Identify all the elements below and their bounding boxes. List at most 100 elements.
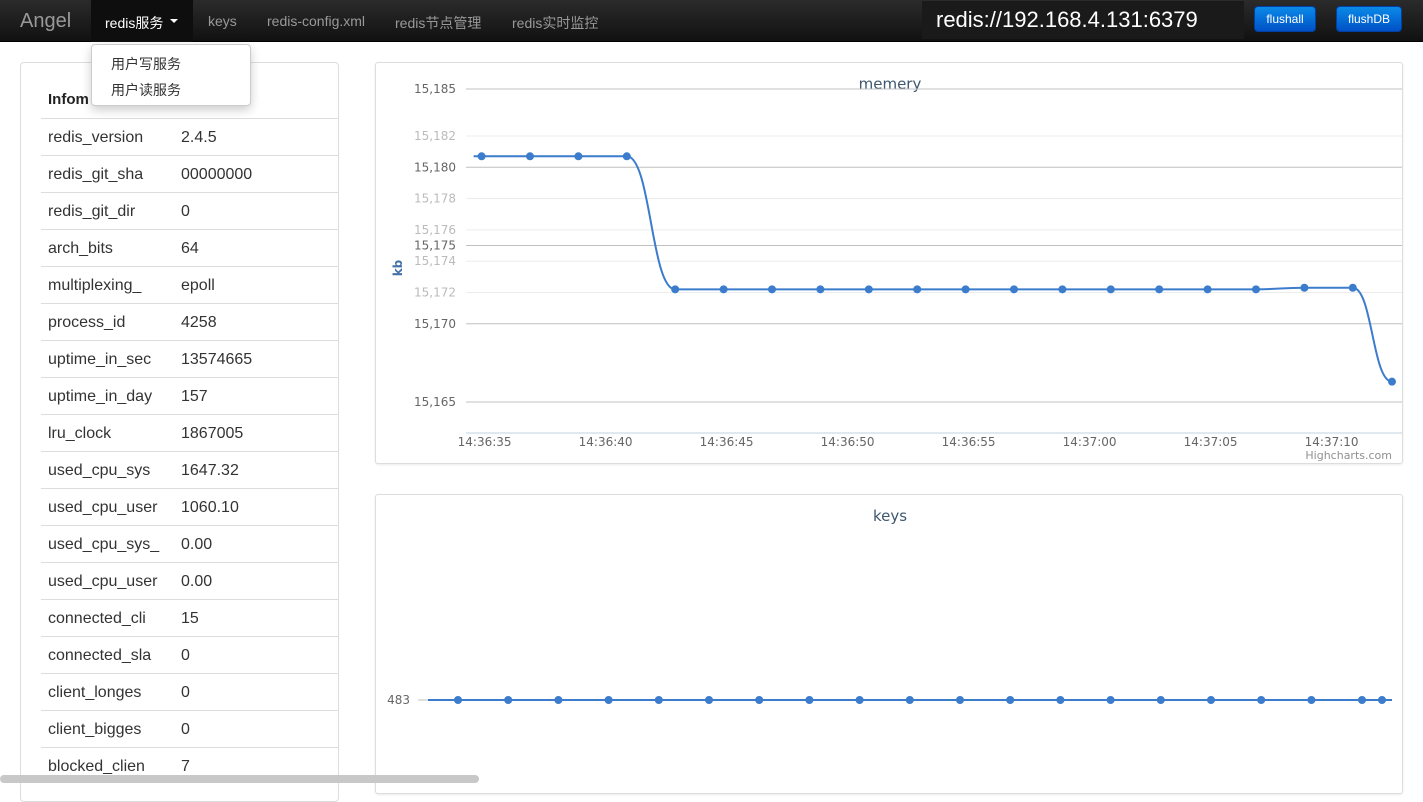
memory-xtick-label: 14:36:40 bbox=[579, 435, 633, 449]
memory-ytick-label: 15,185 bbox=[414, 82, 456, 96]
info-key: used_cpu_sys_ bbox=[48, 536, 160, 553]
keys-data-point[interactable] bbox=[1156, 696, 1165, 704]
horizontal-scrollbar[interactable] bbox=[0, 775, 479, 783]
flushall-button[interactable]: flushall bbox=[1254, 6, 1316, 32]
memory-data-point[interactable] bbox=[961, 285, 970, 294]
info-key: uptime_in_day bbox=[48, 388, 153, 405]
memory-data-point[interactable] bbox=[913, 285, 922, 294]
keys-data-point[interactable] bbox=[755, 696, 764, 704]
info-row: client_longes 0 bbox=[41, 673, 339, 710]
memory-data-point[interactable] bbox=[1300, 283, 1309, 292]
memory-xtick-label: 14:36:35 bbox=[458, 435, 512, 449]
info-row: redis_git_sha 00000000 bbox=[41, 155, 339, 192]
keys-data-point[interactable] bbox=[1378, 696, 1386, 704]
info-row: connected_cli 15 bbox=[41, 599, 339, 636]
keys-data-point[interactable] bbox=[1358, 696, 1366, 704]
info-value: 1867005 bbox=[181, 425, 244, 442]
info-value: 0.00 bbox=[181, 573, 213, 590]
info-row: used_cpu_sys 1647.32 bbox=[41, 451, 339, 488]
info-row: uptime_in_day 157 bbox=[41, 377, 339, 414]
keys-chart: keys 483 bbox=[375, 494, 1403, 794]
info-row: client_bigges 0 bbox=[41, 710, 339, 747]
keys-data-point[interactable] bbox=[855, 696, 864, 704]
brand-logo[interactable]: Angel bbox=[20, 10, 71, 33]
info-key: used_cpu_user bbox=[48, 573, 158, 590]
memory-data-point[interactable] bbox=[719, 285, 728, 294]
info-value: 7 bbox=[181, 758, 190, 775]
info-key: uptime_in_sec bbox=[48, 351, 152, 368]
info-value: 0 bbox=[181, 647, 190, 664]
memory-data-point[interactable] bbox=[622, 152, 631, 161]
memory-data-point[interactable] bbox=[1058, 285, 1067, 294]
keys-data-point[interactable] bbox=[1307, 696, 1316, 704]
info-row: connected_sla 0 bbox=[41, 636, 339, 673]
memory-data-point[interactable] bbox=[1252, 285, 1260, 294]
info-value: 0 bbox=[181, 203, 190, 220]
keys-data-point[interactable] bbox=[1207, 696, 1215, 704]
info-title: Infom bbox=[48, 91, 89, 108]
keys-data-point[interactable] bbox=[554, 696, 563, 704]
info-value: 1647.32 bbox=[181, 462, 239, 479]
memory-chart-credits[interactable]: Highcharts.com bbox=[1305, 449, 1392, 462]
info-row: arch_bits 64 bbox=[41, 229, 339, 266]
keys-data-point[interactable] bbox=[1257, 696, 1266, 704]
memory-data-point[interactable] bbox=[574, 152, 583, 161]
memory-ytick-label: 15,174 bbox=[414, 254, 456, 268]
dropdown-item-write-service[interactable]: 用户写服务 bbox=[111, 54, 181, 74]
memory-data-point[interactable] bbox=[816, 285, 825, 294]
memory-data-point[interactable] bbox=[1348, 283, 1357, 292]
flushdb-button[interactable]: flushDB bbox=[1336, 6, 1402, 32]
keys-data-point[interactable] bbox=[805, 696, 814, 704]
nav-node-management[interactable]: redis节点管理 bbox=[395, 13, 481, 33]
info-value: 4258 bbox=[181, 314, 217, 331]
memory-data-point[interactable] bbox=[864, 285, 873, 294]
memory-data-point[interactable] bbox=[1106, 285, 1115, 294]
keys-data-point[interactable] bbox=[905, 696, 914, 704]
memory-data-point[interactable] bbox=[1010, 285, 1018, 294]
nav-redis-service-menu[interactable]: redis服务 bbox=[91, 0, 193, 42]
keys-data-point[interactable] bbox=[504, 696, 513, 704]
keys-data-point[interactable] bbox=[454, 696, 462, 704]
keys-data-point[interactable] bbox=[1056, 696, 1065, 704]
top-navbar: Angel redis服务 keys redis-config.xml redi… bbox=[0, 0, 1423, 42]
keys-data-point[interactable] bbox=[1106, 696, 1115, 704]
info-value: 13574665 bbox=[181, 351, 253, 368]
info-key: redis_git_dir bbox=[48, 203, 136, 220]
info-key: redis_version bbox=[48, 129, 144, 146]
keys-data-point[interactable] bbox=[705, 696, 713, 704]
info-value: 157 bbox=[181, 388, 208, 405]
nav-realtime-monitor[interactable]: redis实时监控 bbox=[512, 13, 598, 33]
dropdown-item-read-service[interactable]: 用户读服务 bbox=[111, 80, 181, 100]
info-value: 64 bbox=[181, 240, 199, 257]
info-key: connected_sla bbox=[48, 647, 152, 664]
info-row: redis_git_dir 0 bbox=[41, 192, 339, 229]
memory-ytick-label: 15,172 bbox=[414, 285, 456, 299]
keys-data-point[interactable] bbox=[956, 696, 964, 704]
nav-keys[interactable]: keys bbox=[208, 13, 237, 29]
memory-data-point[interactable] bbox=[671, 285, 680, 294]
memory-xtick-label: 14:37:10 bbox=[1305, 435, 1359, 449]
keys-data-point[interactable] bbox=[1006, 696, 1015, 704]
info-key: multiplexing_ bbox=[48, 277, 142, 294]
info-row: lru_clock 1867005 bbox=[41, 414, 339, 451]
keys-data-point[interactable] bbox=[604, 696, 613, 704]
memory-ytick-label: 15,176 bbox=[414, 223, 456, 237]
memory-data-point[interactable] bbox=[768, 285, 776, 294]
nav-redis-config[interactable]: redis-config.xml bbox=[267, 13, 365, 29]
memory-data-point[interactable] bbox=[1203, 285, 1212, 294]
memory-ytick-label: 15,180 bbox=[414, 160, 456, 174]
keys-ytick-label: 483 bbox=[387, 693, 410, 707]
info-row: used_cpu_user 0.00 bbox=[41, 562, 339, 599]
redis-service-dropdown: 用户写服务 用户读服务 bbox=[91, 44, 251, 106]
memory-chart-svg: memery kb Highcharts.com 15,185 15,182 15,… bbox=[391, 75, 1402, 462]
memory-ytick-label: 15,170 bbox=[414, 317, 456, 331]
memory-data-point[interactable] bbox=[1388, 377, 1396, 386]
info-key: blocked_clien bbox=[48, 758, 145, 775]
info-key: client_bigges bbox=[48, 721, 142, 738]
keys-chart-title: keys bbox=[873, 507, 907, 525]
memory-chart-ylabel: kb bbox=[391, 259, 405, 276]
keys-data-point[interactable] bbox=[654, 696, 663, 704]
memory-data-point[interactable] bbox=[477, 152, 486, 161]
memory-data-point[interactable] bbox=[526, 152, 534, 161]
memory-data-point[interactable] bbox=[1155, 285, 1164, 294]
